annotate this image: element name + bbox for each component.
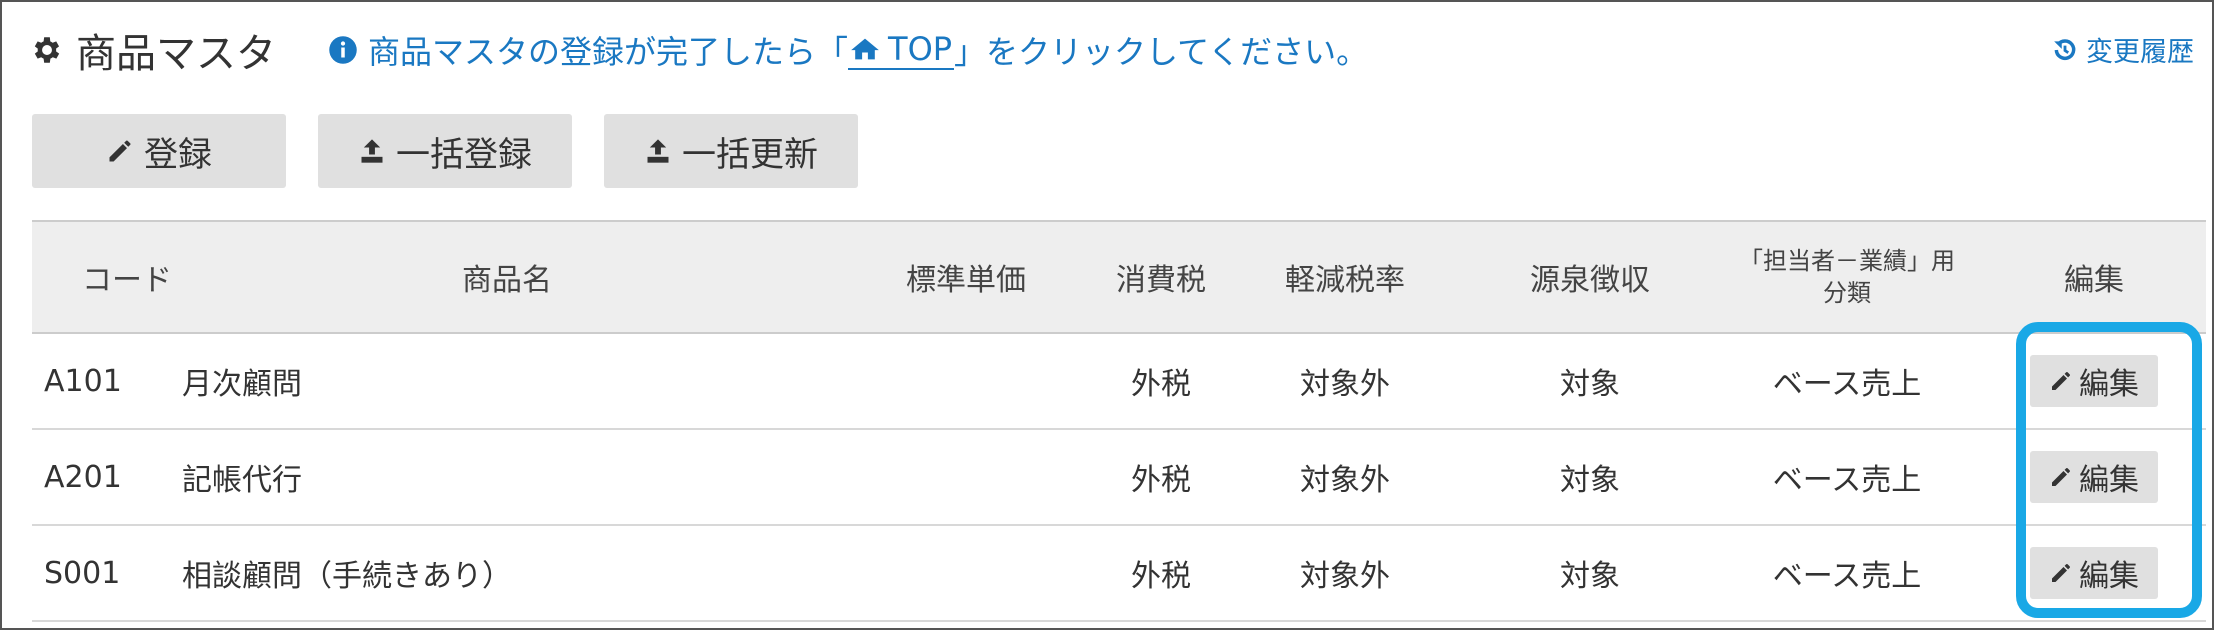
header-classification[interactable]: 「担当者－業績」用 分類 bbox=[1716, 245, 1978, 309]
page-header: 商品マスタ 商品マスタの登録が完了したら「 TOP 」をクリックしてください。 bbox=[30, 20, 1368, 80]
bulk-register-label: 一括登録 bbox=[396, 134, 532, 175]
cell-code: A201 bbox=[44, 459, 122, 495]
pencil-icon bbox=[2052, 372, 2070, 390]
info-prefix: 商品マスタの登録が完了したら「 bbox=[368, 33, 849, 71]
pencil-icon bbox=[2052, 564, 2070, 582]
cell-withholding: 対象 bbox=[1560, 559, 1620, 594]
cell-tax: 外税 bbox=[1131, 367, 1191, 402]
header-classification-line2: 分類 bbox=[1823, 279, 1871, 307]
top-link-label: TOP bbox=[888, 30, 953, 68]
bulk-update-button[interactable]: 一括更新 bbox=[604, 114, 858, 188]
edit-cell: 編集 bbox=[1978, 355, 2174, 407]
cell-tax: 外税 bbox=[1131, 463, 1191, 498]
header-name[interactable]: 商品名 bbox=[182, 255, 636, 299]
edit-button[interactable]: 編集 bbox=[2030, 355, 2158, 407]
edit-button[interactable]: 編集 bbox=[2030, 451, 2158, 503]
cell-classification: ベース売上 bbox=[1772, 559, 1922, 594]
bulk-update-label: 一括更新 bbox=[682, 134, 818, 175]
header-edit: 編集 bbox=[2064, 263, 2124, 298]
cell-reduced-rate: 対象外 bbox=[1300, 367, 1390, 402]
cell-tax: 外税 bbox=[1131, 559, 1191, 594]
cell-code: A101 bbox=[44, 363, 122, 399]
cell-classification: ベース売上 bbox=[1772, 463, 1922, 498]
edit-label: 編集 bbox=[2079, 559, 2139, 594]
history-link[interactable]: 変更履歴 bbox=[2052, 30, 2194, 69]
cell-code: S001 bbox=[44, 555, 121, 591]
cell-name: 月次顧問 bbox=[182, 367, 302, 402]
edit-label: 編集 bbox=[2079, 463, 2139, 498]
master-panel: 商品マスタ 商品マスタの登録が完了したら「 TOP 」をクリックしてください。 … bbox=[0, 0, 2214, 630]
register-label: 登録 bbox=[144, 134, 212, 175]
edit-button[interactable]: 編集 bbox=[2030, 547, 2158, 599]
table-row: A101 月次顧問 外税 対象外 対象 ベース売上 編集 bbox=[32, 334, 2206, 430]
table-row: A201 記帳代行 外税 対象外 対象 ベース売上 編集 bbox=[32, 430, 2206, 526]
home-icon bbox=[851, 38, 879, 60]
info-suffix: 」をクリックしてください。 bbox=[954, 33, 1369, 71]
cell-withholding: 対象 bbox=[1560, 463, 1620, 498]
pencil-icon bbox=[2052, 468, 2070, 486]
edit-cell: 編集 bbox=[1978, 547, 2174, 599]
table-header: コード 商品名 標準単価 消費税 軽減税率 源泉徴収 「担当者－業績」用 分類 … bbox=[32, 220, 2206, 334]
cell-withholding: 対象 bbox=[1560, 367, 1620, 402]
cell-name: 記帳代行 bbox=[182, 463, 302, 498]
upload-icon bbox=[361, 139, 383, 163]
register-button[interactable]: 登録 bbox=[32, 114, 286, 188]
header-price[interactable]: 標準単価 bbox=[636, 255, 1096, 299]
bulk-register-button[interactable]: 一括登録 bbox=[318, 114, 572, 188]
top-link[interactable]: TOP bbox=[848, 30, 955, 70]
header-withholding[interactable]: 源泉徴収 bbox=[1464, 255, 1716, 299]
header-reduced-rate[interactable]: 軽減税率 bbox=[1226, 255, 1464, 299]
gear-icon bbox=[30, 33, 64, 67]
edit-label: 編集 bbox=[2079, 367, 2139, 402]
page-title: 商品マスタ bbox=[76, 31, 276, 77]
history-icon bbox=[2054, 38, 2076, 60]
pencil-icon bbox=[109, 140, 131, 162]
cell-name: 相談顧問（手続きあり） bbox=[182, 559, 512, 594]
info-text: 商品マスタの登録が完了したら「 TOP 」をクリックしてください。 bbox=[368, 27, 1368, 73]
product-table: コード 商品名 標準単価 消費税 軽減税率 源泉徴収 「担当者－業績」用 分類 … bbox=[32, 220, 2206, 622]
cell-reduced-rate: 対象外 bbox=[1300, 463, 1390, 498]
table-row: S001 相談顧問（手続きあり） 外税 対象外 対象 ベース売上 編集 bbox=[32, 526, 2206, 622]
upload-icon bbox=[647, 139, 669, 163]
info-circle-icon bbox=[328, 35, 358, 65]
header-classification-line1: 「担当者－業績」用 bbox=[1739, 247, 1955, 275]
info-message: 商品マスタの登録が完了したら「 TOP 」をクリックしてください。 bbox=[328, 27, 1368, 73]
header-tax[interactable]: 消費税 bbox=[1096, 255, 1226, 299]
toolbar: 登録 一括登録 一括更新 bbox=[32, 114, 890, 188]
history-label: 変更履歴 bbox=[2086, 37, 2194, 68]
edit-cell: 編集 bbox=[1978, 451, 2174, 503]
cell-classification: ベース売上 bbox=[1772, 367, 1922, 402]
cell-reduced-rate: 対象外 bbox=[1300, 559, 1390, 594]
header-code[interactable]: コード bbox=[32, 255, 182, 299]
